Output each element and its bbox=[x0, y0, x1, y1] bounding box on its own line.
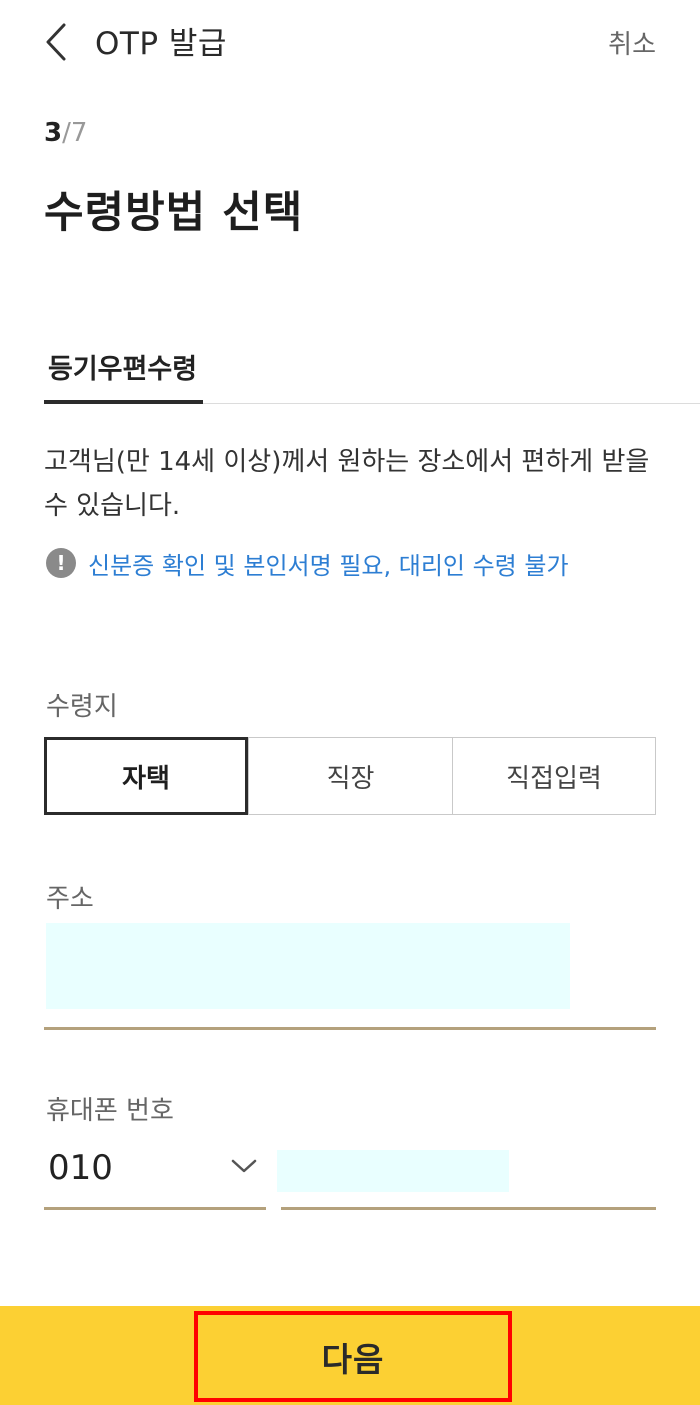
exclamation-circle-icon: ! bbox=[46, 548, 76, 578]
back-button[interactable] bbox=[42, 22, 76, 62]
notice-text: 신분증 확인 및 본인서명 필요, 대리인 수령 불가 bbox=[88, 552, 569, 580]
phone-number-underline bbox=[281, 1207, 656, 1210]
next-button[interactable]: 다음 bbox=[194, 1311, 512, 1402]
header-title: OTP 발급 bbox=[95, 26, 227, 62]
phone-prefix-underline bbox=[44, 1207, 266, 1210]
step-current: 3 bbox=[44, 118, 63, 148]
phone-prefix-select[interactable]: 010 bbox=[48, 1148, 113, 1188]
location-option-work[interactable]: 직장 bbox=[249, 737, 452, 815]
location-selector: 자택 직장 직접입력 bbox=[44, 737, 656, 815]
chevron-down-icon[interactable] bbox=[231, 1156, 257, 1176]
address-underline bbox=[44, 1027, 656, 1030]
step-separator: / bbox=[62, 118, 71, 148]
tab-registered-mail[interactable]: 등기우편수령 bbox=[44, 344, 203, 404]
address-label: 주소 bbox=[46, 884, 94, 914]
location-option-custom[interactable]: 직접입력 bbox=[453, 737, 655, 815]
phone-label: 휴대폰 번호 bbox=[46, 1096, 174, 1126]
next-button-label: 다음 bbox=[321, 1339, 385, 1379]
tab-label: 등기우편수령 bbox=[48, 354, 198, 385]
step-indicator: 3/7 bbox=[44, 118, 87, 148]
address-field[interactable] bbox=[46, 923, 570, 1009]
chevron-left-icon bbox=[46, 23, 66, 61]
location-label: 수령지 bbox=[46, 692, 118, 722]
description-text: 고객님(만 14세 이상)께서 원하는 장소에서 편하게 받을 수 있습니다. bbox=[44, 447, 650, 521]
step-total: 7 bbox=[70, 118, 88, 148]
location-option-home[interactable]: 자택 bbox=[44, 737, 248, 815]
app-header: OTP 발급 취소 bbox=[0, 0, 700, 84]
cancel-button[interactable]: 취소 bbox=[608, 24, 656, 61]
phone-number-field[interactable] bbox=[277, 1150, 509, 1192]
tab-bar: 등기우편수령 bbox=[44, 344, 700, 404]
page-title: 수령방법 선택 bbox=[44, 188, 304, 238]
